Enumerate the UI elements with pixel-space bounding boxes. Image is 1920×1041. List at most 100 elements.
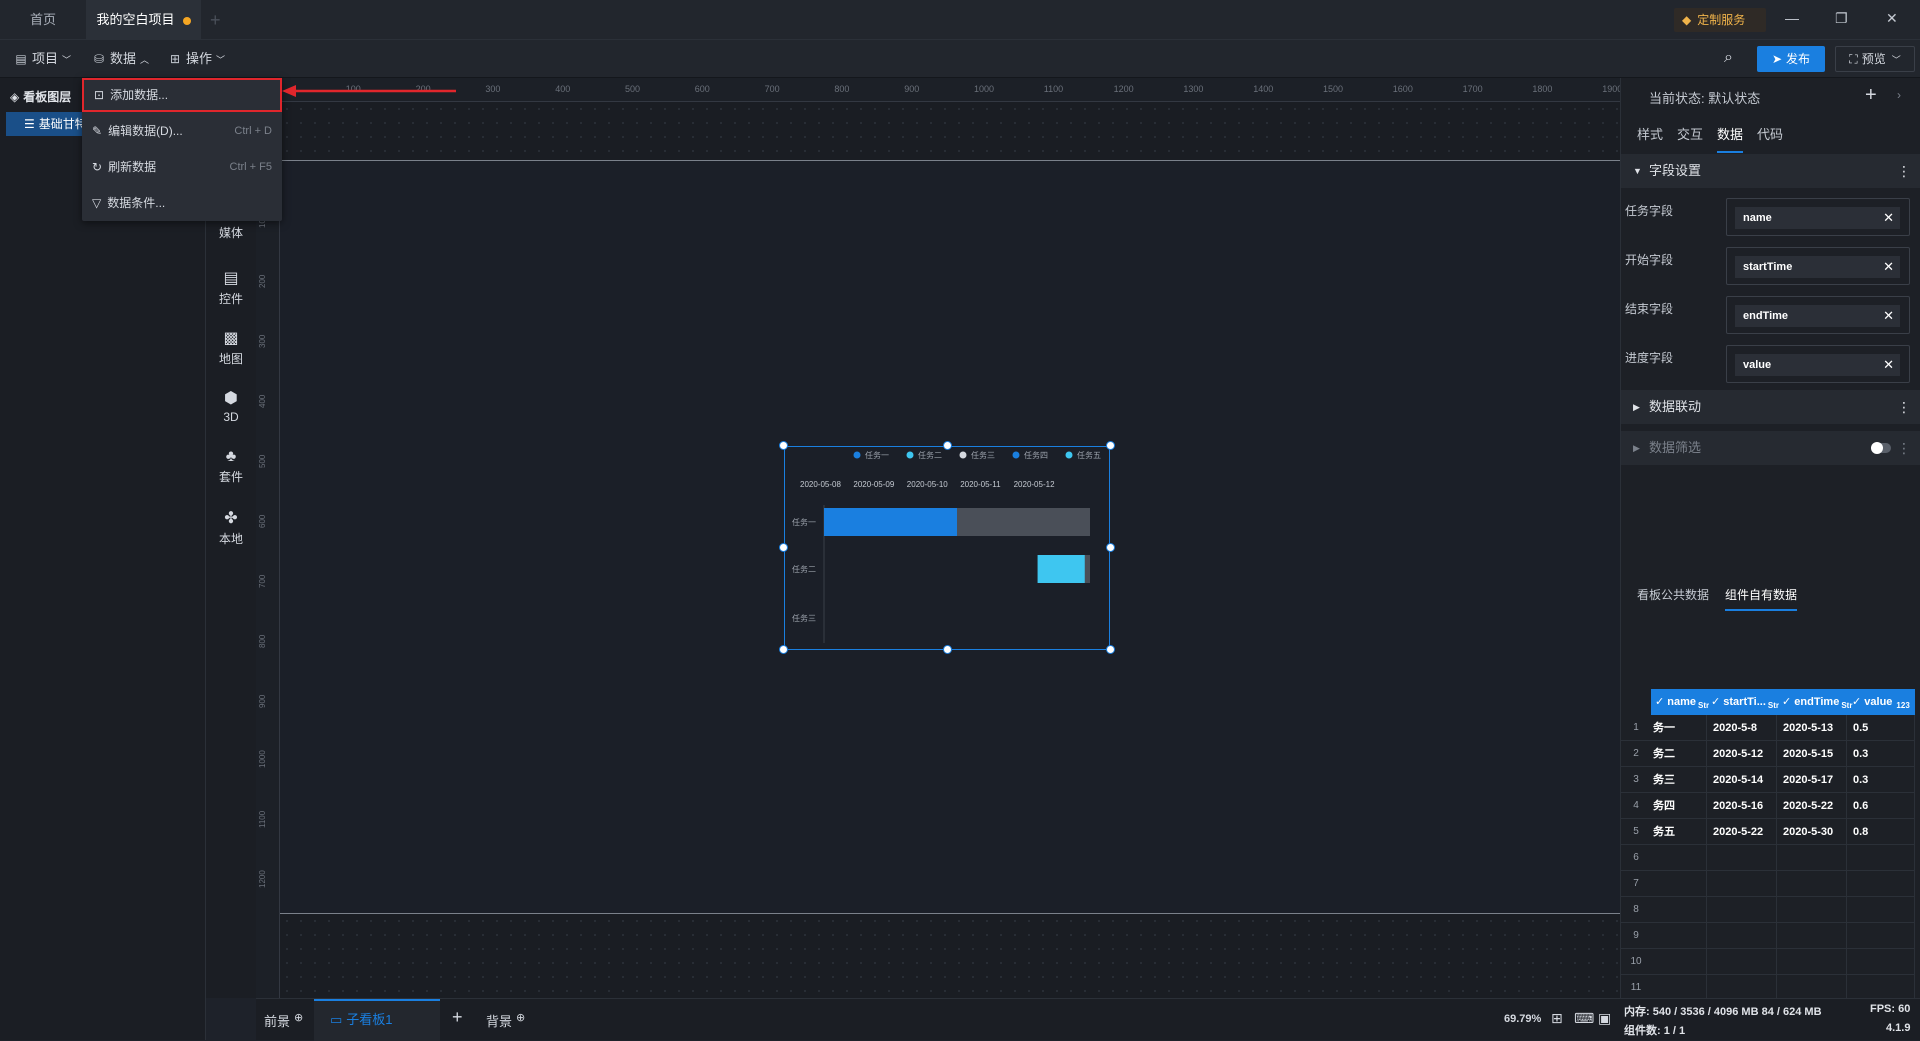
table-cell[interactable]: 0.5	[1847, 715, 1915, 741]
field-settings-section[interactable]: ▼ 字段设置 ⋮	[1621, 154, 1920, 188]
table-cell[interactable]	[1651, 871, 1707, 897]
table-cell[interactable]: 0.3	[1847, 767, 1915, 793]
table-cell[interactable]	[1651, 845, 1707, 871]
minimize-icon[interactable]: —	[1785, 10, 1799, 26]
table-cell[interactable]	[1651, 949, 1707, 975]
table-cell[interactable]: 2020-5-22	[1707, 819, 1777, 845]
preview-button[interactable]: ⛶ 预览 ﹀	[1835, 46, 1915, 72]
gantt-chart[interactable]: 任务一 任务二 任务三 任务四 任务五 2020-05-08 2020-05-09 2020-…	[784, 446, 1110, 650]
remove-icon[interactable]: ✕	[1883, 256, 1894, 278]
map-button[interactable]: ▩ 地图	[206, 328, 256, 367]
resize-handle[interactable]	[943, 441, 952, 450]
back-layer-tab[interactable]: 背景 ⊕	[486, 1011, 525, 1030]
table-cell[interactable]	[1707, 923, 1777, 949]
menu-data[interactable]: ⛁ 数据 ︿	[92, 40, 149, 78]
tab-public-data[interactable]: 看板公共数据	[1637, 586, 1709, 603]
table-cell[interactable]: 2020-5-30	[1777, 819, 1847, 845]
table-cell[interactable]	[1777, 845, 1847, 871]
edit-data-item[interactable]: ✎ 编辑数据(D)... Ctrl + D	[82, 114, 282, 148]
progress-field[interactable]: value ✕	[1726, 345, 1910, 383]
table-cell[interactable]: 务一	[1651, 715, 1707, 741]
keyboard-icon[interactable]: ⌨	[1574, 1010, 1594, 1027]
local-button[interactable]: ✤ 本地	[206, 508, 256, 547]
add-state-icon[interactable]: +	[1865, 84, 1877, 107]
table-cell[interactable]	[1707, 949, 1777, 975]
resize-handle[interactable]	[779, 441, 788, 450]
table-cell[interactable]: 0.3	[1847, 741, 1915, 767]
publish-button[interactable]: ➤ 发布	[1757, 46, 1825, 72]
table-cell[interactable]	[1777, 871, 1847, 897]
table-cell[interactable]: 务四	[1651, 793, 1707, 819]
table-cell[interactable]: 务五	[1651, 819, 1707, 845]
zoom-level[interactable]: 69.79%	[1504, 1013, 1541, 1025]
table-cell[interactable]	[1777, 923, 1847, 949]
table-cell[interactable]: 务二	[1651, 741, 1707, 767]
controls-button[interactable]: ▤ 控件	[206, 268, 256, 307]
table-cell[interactable]: 务三	[1651, 767, 1707, 793]
resize-handle[interactable]	[779, 645, 788, 654]
data-link-section[interactable]: ▶ 数据联动 ⋮	[1621, 390, 1920, 424]
table-cell[interactable]	[1707, 871, 1777, 897]
add-circle-icon[interactable]: ⊕	[516, 1012, 525, 1024]
filter-toggle[interactable]	[1871, 442, 1891, 454]
resize-handle[interactable]	[1106, 543, 1115, 552]
table-cell[interactable]	[1777, 949, 1847, 975]
table-cell[interactable]: 2020-5-22	[1777, 793, 1847, 819]
tab-data[interactable]: 数据	[1717, 124, 1744, 153]
tab-style[interactable]: 样式	[1637, 124, 1663, 143]
remove-icon[interactable]: ✕	[1883, 207, 1894, 229]
custom-service-button[interactable]: ◆ 定制服务	[1674, 8, 1766, 32]
data-condition-item[interactable]: ▽ 数据条件...	[82, 186, 282, 220]
table-cell[interactable]: 2020-5-12	[1707, 741, 1777, 767]
terminal-icon[interactable]: ▣	[1598, 1010, 1611, 1027]
tab-own-data[interactable]: 组件自有数据	[1725, 586, 1798, 611]
table-cell[interactable]	[1651, 897, 1707, 923]
tab-code[interactable]: 代码	[1757, 124, 1783, 143]
front-layer-tab[interactable]: 前景 ⊕	[264, 1011, 303, 1030]
restore-icon[interactable]: ❐	[1835, 10, 1848, 27]
suite-button[interactable]: ♣ 套件	[206, 448, 256, 485]
more-icon[interactable]: ⋮	[1897, 154, 1911, 188]
table-cell[interactable]	[1847, 923, 1915, 949]
resize-handle[interactable]	[779, 543, 788, 552]
end-field[interactable]: endTime ✕	[1726, 296, 1910, 334]
fit-screen-icon[interactable]: ⊞	[1551, 1010, 1563, 1027]
table-cell[interactable]	[1651, 923, 1707, 949]
table-cell[interactable]	[1847, 845, 1915, 871]
more-icon[interactable]: ⋮	[1897, 390, 1911, 424]
refresh-data-item[interactable]: ↻ 刷新数据 Ctrl + F5	[82, 150, 282, 184]
table-cell[interactable]: 0.6	[1847, 793, 1915, 819]
tab-home[interactable]: 首页	[0, 0, 86, 40]
remove-icon[interactable]: ✕	[1883, 305, 1894, 327]
3d-button[interactable]: ⬢ 3D	[206, 388, 256, 424]
table-cell[interactable]	[1847, 897, 1915, 923]
table-cell[interactable]: 2020-5-13	[1777, 715, 1847, 741]
table-cell[interactable]: 2020-5-15	[1777, 741, 1847, 767]
media-button[interactable]: 媒体	[206, 224, 256, 241]
table-cell[interactable]	[1847, 871, 1915, 897]
menu-project[interactable]: ▤ 项目 ﹀	[14, 40, 71, 78]
table-cell[interactable]	[1847, 949, 1915, 975]
add-circle-icon[interactable]: ⊕	[294, 1012, 303, 1024]
resize-handle[interactable]	[943, 645, 952, 654]
search-icon[interactable]: ⌕	[1724, 49, 1733, 67]
sub-board-tab[interactable]: ▭ 子看板1	[314, 999, 440, 1041]
data-filter-section[interactable]: ▶ 数据筛选 ⋮	[1621, 431, 1920, 465]
more-icon[interactable]: ⋮	[1897, 431, 1911, 465]
table-cell[interactable]: 2020-5-16	[1707, 793, 1777, 819]
close-window-icon[interactable]: ✕	[1886, 10, 1898, 27]
tab-project[interactable]: 我的空白项目	[86, 0, 201, 40]
resize-handle[interactable]	[1106, 441, 1115, 450]
tab-interaction[interactable]: 交互	[1677, 124, 1703, 143]
add-data-item[interactable]: ⊡ 添加数据...	[82, 78, 282, 112]
table-cell[interactable]	[1707, 845, 1777, 871]
add-board-icon[interactable]: +	[452, 1007, 463, 1028]
remove-icon[interactable]: ✕	[1883, 354, 1894, 376]
new-tab-icon[interactable]: +	[210, 10, 221, 31]
start-field[interactable]: startTime ✕	[1726, 247, 1910, 285]
task-field[interactable]: name ✕	[1726, 198, 1910, 236]
table-cell[interactable]: 2020-5-8	[1707, 715, 1777, 741]
chevron-right-icon[interactable]: ›	[1897, 88, 1901, 102]
table-cell[interactable]: 2020-5-14	[1707, 767, 1777, 793]
table-cell[interactable]	[1707, 897, 1777, 923]
